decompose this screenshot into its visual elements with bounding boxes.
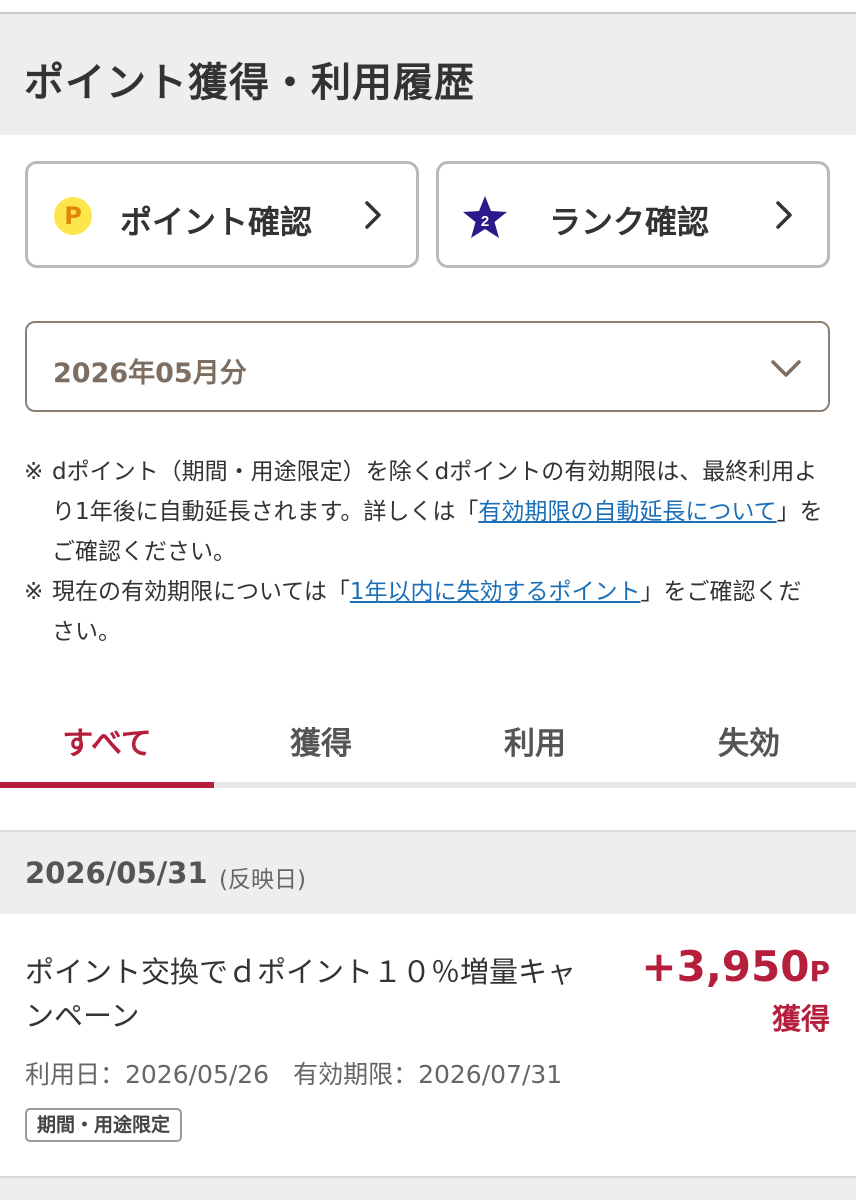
chevron-right-icon <box>776 201 792 229</box>
rank-star-icon: 2 <box>463 196 507 238</box>
active-tab-indicator <box>0 782 214 788</box>
notes-section: ※ dポイント（期間・用途限定）を除くdポイントの有効期限は、最終利用より1年後に… <box>24 452 824 652</box>
history-date-note: (反映日) <box>219 867 306 893</box>
entry-use-date: 利用日：2026/05/26 <box>25 1060 270 1089</box>
entry-title: ポイント交換でｄポイント１０％増量キャンペーン <box>25 955 577 1033</box>
top-rule <box>0 0 856 14</box>
history-date: 2026/05/31 <box>25 856 208 890</box>
rank-check-label: ランク確認 <box>549 203 710 241</box>
history-date-header: 2026/05/31 (反映日) <box>0 830 856 914</box>
expiring-points-link[interactable]: 1年以内に失効するポイント <box>350 579 641 605</box>
rank-star-number: 2 <box>481 213 489 230</box>
note-mark: ※ <box>24 579 44 605</box>
tab-used[interactable]: 利用 <box>428 718 642 763</box>
rank-check-button[interactable]: 2 ランク確認 <box>436 161 830 268</box>
entry-amount-value: +3,950 <box>641 942 810 991</box>
entry-dates: 利用日：2026/05/26 有効期限：2026/07/31 <box>25 1055 562 1091</box>
note-mark: ※ <box>24 459 44 485</box>
point-coin-letter: P <box>64 202 82 230</box>
page-title: ポイント獲得・利用履歴 <box>24 60 475 106</box>
point-check-label: ポイント確認 <box>120 203 313 241</box>
tab-all[interactable]: すべて <box>0 718 214 763</box>
entry-expiry-date: 有効期限：2026/07/31 <box>293 1060 563 1089</box>
month-select[interactable]: 2026年05月分 <box>25 321 830 412</box>
history-tabs: すべて 獲得 利用 失効 <box>0 700 856 788</box>
note-auto-extension: ※ dポイント（期間・用途限定）を除くdポイントの有効期限は、最終利用より1年後に… <box>24 452 824 572</box>
limited-badge: 期間・用途限定 <box>25 1108 183 1142</box>
auto-extension-link[interactable]: 有効期限の自動延長について <box>478 499 776 525</box>
tab-expired[interactable]: 失効 <box>642 718 856 763</box>
entry-status: 獲得 <box>771 1002 830 1036</box>
note-text: 現在の有効期限については「 <box>52 579 350 605</box>
next-section-bar <box>0 1178 856 1200</box>
entry-amount-unit: P <box>809 955 830 988</box>
point-coin-icon: P <box>54 197 92 235</box>
chevron-down-icon <box>771 360 801 377</box>
note-current-expiry: ※ 現在の有効期限については「1年以内に失効するポイント」をご確認ください。 <box>24 572 824 652</box>
point-check-button[interactable]: P ポイント確認 <box>25 161 419 268</box>
month-select-value: 2026年05月分 <box>53 358 247 389</box>
chevron-right-icon <box>365 201 381 229</box>
tab-earned[interactable]: 獲得 <box>214 718 428 763</box>
entry-amount: +3,950P <box>641 942 830 991</box>
page-header: ポイント獲得・利用履歴 <box>0 14 856 135</box>
